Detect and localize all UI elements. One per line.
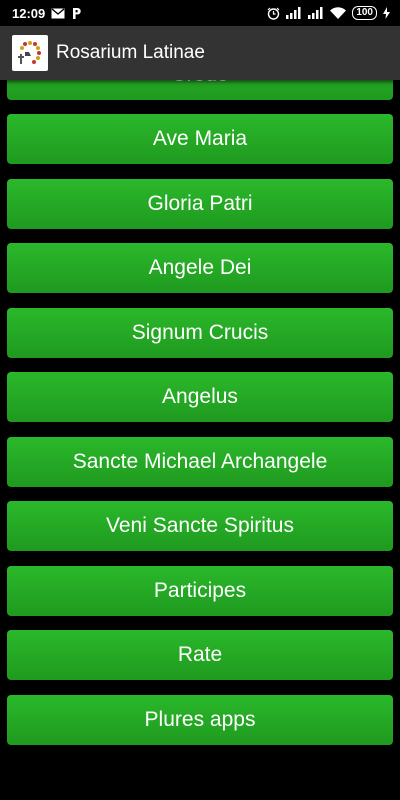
rate-button[interactable]: Rate (7, 630, 393, 680)
alarm-icon (267, 7, 280, 20)
app-logo (12, 35, 48, 71)
status-right: 100 (267, 6, 390, 20)
signal-icon (286, 7, 302, 19)
signum-crucis-button[interactable]: Signum Crucis (7, 307, 393, 358)
status-time: 12:09 (12, 5, 46, 21)
angele-dei-button[interactable]: Angele Dei (7, 243, 393, 293)
app-title: Rosarium Latinae (56, 42, 205, 63)
status-left: 12:09 (12, 6, 82, 21)
participes-button[interactable]: Participes (7, 565, 393, 616)
veni-sancte-spiritus-button[interactable]: Veni Sancte Spiritus (7, 501, 393, 551)
credo-button[interactable]: Credo (7, 80, 393, 100)
ave-maria-button[interactable]: Ave Maria (7, 114, 393, 164)
wifi-icon (330, 7, 347, 19)
mail-icon (51, 7, 65, 19)
screen: 12:09 100 Rosarium Latinae Ave Maria Glo… (0, 0, 400, 800)
more-apps-button[interactable]: Plures apps (7, 694, 393, 745)
gloria-patri-button[interactable]: Gloria Patri (7, 178, 393, 229)
signal-icon-2 (308, 7, 324, 19)
app-bar: Rosarium Latinae (0, 26, 400, 80)
parking-icon (71, 7, 82, 20)
charging-icon (383, 7, 390, 19)
status-bar: 12:09 100 (0, 0, 400, 26)
sancte-michael-button[interactable]: Sancte Michael Archangele (7, 436, 393, 487)
battery-indicator: 100 (352, 6, 377, 20)
prayer-list[interactable]: Credo Ave Maria Gloria Patri Angele Dei … (0, 80, 400, 800)
rosary-logo-icon (18, 41, 41, 64)
angelus-button[interactable]: Angelus (7, 372, 393, 422)
